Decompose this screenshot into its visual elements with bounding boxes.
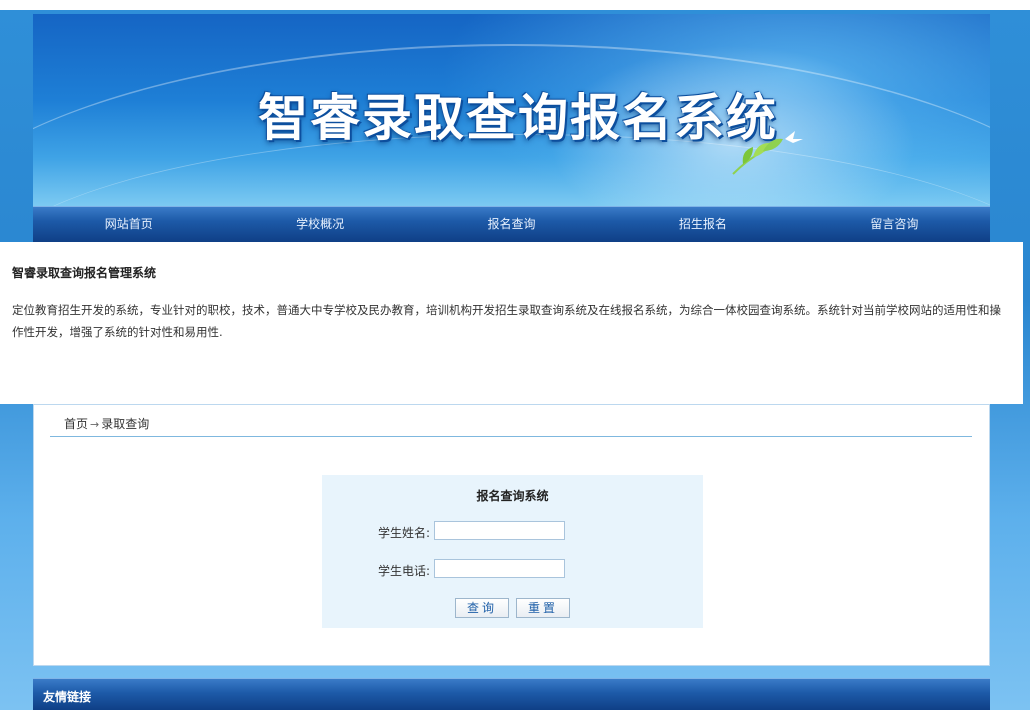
breadcrumb-divider — [50, 436, 972, 437]
nav-item-enrollment[interactable]: 招生报名 — [607, 207, 798, 242]
submit-query-button[interactable]: 查询 — [455, 598, 509, 618]
student-phone-input[interactable] — [434, 559, 565, 578]
student-phone-label: 学生电话: — [377, 564, 430, 578]
main-panel: 首页 → 录取查询 报名查询系统 学生姓名: 学生电话: 查询 重置 — [33, 404, 990, 666]
header-banner: 智睿录取查询报名系统 — [33, 14, 990, 206]
student-name-input[interactable] — [434, 521, 565, 540]
friend-links-title: 友情链接 — [43, 690, 92, 704]
intro-section: 智睿录取查询报名管理系统 定位教育招生开发的系统，专业针对的职校，技术，普通大中… — [0, 242, 1023, 404]
nav-item-home[interactable]: 网站首页 — [33, 207, 224, 242]
name-row: 学生姓名: — [322, 521, 703, 541]
intro-title: 智睿录取查询报名管理系统 — [12, 266, 157, 280]
site-title: 智睿录取查询报名系统 — [258, 89, 778, 147]
form-title: 报名查询系统 — [476, 489, 549, 503]
intro-text: 定位教育招生开发的系统，专业针对的职校，技术，普通大中专学校及民办教育，培训机构… — [12, 303, 1001, 339]
nav-item-school-overview[interactable]: 学校概况 — [224, 207, 415, 242]
nav-item-registration-query[interactable]: 报名查询 — [416, 207, 607, 242]
nav-item-message-consult[interactable]: 留言咨询 — [799, 207, 990, 242]
phone-row: 学生电话: — [322, 559, 703, 579]
main-nav: 网站首页 学校概况 报名查询 招生报名 留言咨询 — [33, 206, 990, 242]
friend-links-bar: 友情链接 — [33, 678, 990, 710]
student-name-label: 学生姓名: — [377, 526, 430, 540]
breadcrumb: 首页 → 录取查询 — [64, 415, 149, 432]
breadcrumb-arrow-icon: → — [90, 418, 100, 431]
breadcrumb-home-link[interactable]: 首页 — [64, 417, 88, 431]
page: 智睿录取查询报名系统 网站首页 学校概况 报名查询 招生报名 留言咨询 智睿录取… — [0, 14, 1023, 710]
breadcrumb-current: 录取查询 — [101, 417, 150, 431]
query-form: 报名查询系统 学生姓名: 学生电话: 查询 重置 — [322, 475, 703, 628]
reset-button[interactable]: 重置 — [516, 598, 570, 618]
leaf-dove-icon — [732, 131, 803, 175]
